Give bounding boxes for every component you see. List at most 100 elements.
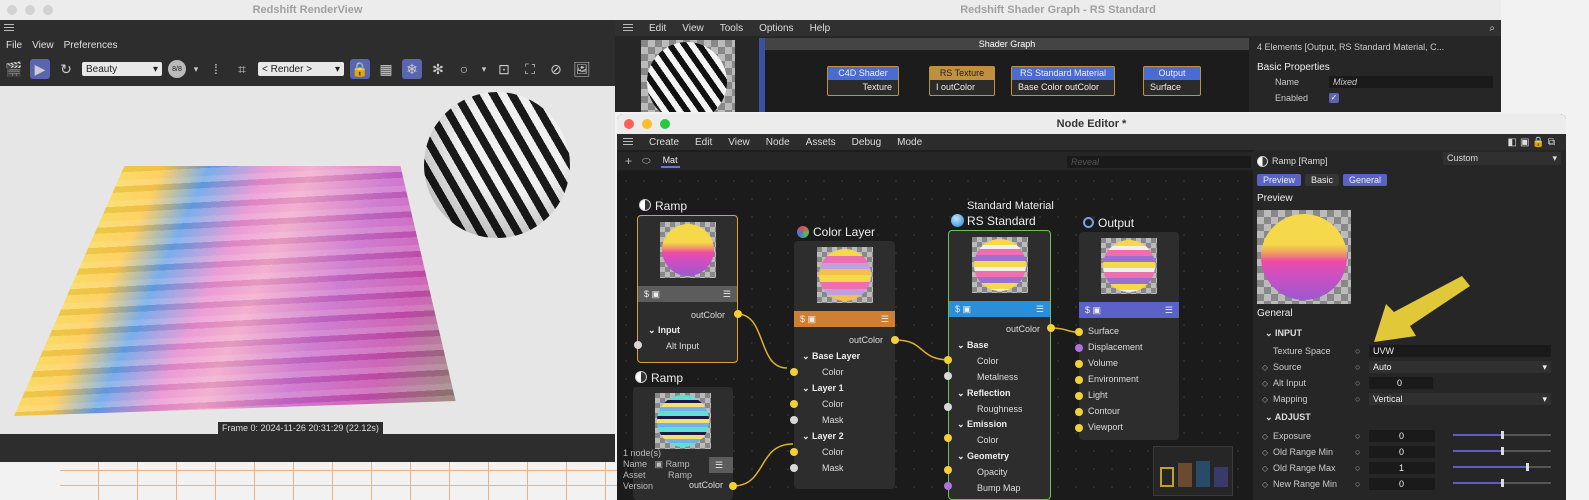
menu-lines-icon[interactable]: ☰ — [1036, 304, 1044, 315]
menu-edit[interactable]: Edit — [649, 23, 666, 34]
menu-node[interactable]: Node — [766, 137, 790, 148]
surface-port[interactable] — [1075, 328, 1083, 336]
port-ring-icon[interactable]: ○ — [1355, 431, 1369, 441]
ramp2-outcolor-port[interactable] — [729, 482, 737, 490]
close-window-button[interactable] — [7, 5, 17, 15]
old-range-min-field[interactable]: 0 — [1369, 446, 1435, 458]
dropdown-arrow-icon[interactable]: ▾ — [480, 59, 488, 79]
minimize-window-button[interactable] — [25, 5, 35, 15]
metalness-port[interactable] — [944, 372, 952, 380]
displacement-port[interactable] — [1075, 344, 1083, 352]
crop-icon[interactable]: ⌗ — [232, 59, 252, 79]
clapboard-icon[interactable]: 🎬 — [4, 59, 24, 79]
base-color-port[interactable] — [944, 356, 952, 364]
light-port[interactable] — [1075, 392, 1083, 400]
fit-icon[interactable]: ⛶ — [520, 59, 540, 79]
minimize-window-button[interactable] — [642, 119, 652, 129]
snowflake-icon[interactable]: ❄ — [402, 59, 422, 79]
new-range-min-field[interactable]: 0 — [1369, 478, 1435, 490]
render-target-select[interactable]: < Render > ▾ — [258, 62, 344, 76]
shader-graph-canvas[interactable]: Shader Graph C4D Shader Texture RS Textu… — [759, 38, 1249, 112]
port-ring-icon[interactable]: ○ — [1355, 447, 1369, 457]
keyframe-diamond-icon[interactable]: ◇ — [1257, 395, 1273, 404]
roughness-port[interactable] — [944, 403, 952, 411]
menu-lines-icon[interactable]: ☰ — [715, 460, 723, 471]
alt-input-field[interactable]: 0 — [1369, 377, 1433, 389]
rs-standard-outcolor-port[interactable] — [1047, 324, 1055, 332]
adjust-group-heading[interactable]: ⌄ ADJUST — [1265, 412, 1311, 423]
tab-preview[interactable]: Preview — [1257, 174, 1302, 186]
old-range-max-field[interactable]: 1 — [1369, 462, 1435, 474]
name-field[interactable]: Mixed — [1329, 75, 1493, 88]
menu-view[interactable]: View — [32, 40, 54, 54]
opacity-port[interactable] — [944, 466, 952, 474]
menu-lines-icon[interactable]: ☰ — [881, 314, 889, 325]
keyframe-diamond-icon[interactable]: ◇ — [1257, 448, 1273, 457]
color-layer-outcolor-port[interactable] — [891, 336, 899, 344]
node-graph-canvas[interactable]: Ramp $ ▣ ☰ outColor ⌄ Input Alt Input Ram… — [617, 172, 1253, 500]
emission-color-port[interactable] — [944, 434, 952, 442]
port-ring-icon[interactable]: ○ — [1355, 479, 1369, 489]
port-ring-icon[interactable]: ○ — [1355, 394, 1369, 404]
tag-icon[interactable]: ⬭ — [642, 156, 651, 167]
menu-assets[interactable]: Assets — [806, 137, 836, 148]
aov-select[interactable]: Beauty ▾ — [82, 62, 162, 76]
input-group-heading[interactable]: ⌄ INPUT — [1265, 328, 1302, 339]
close-window-button[interactable] — [624, 119, 634, 129]
menu-debug[interactable]: Debug — [852, 137, 881, 148]
dollar-icon[interactable]: $ ▣ — [1085, 305, 1101, 316]
layer1-mask-port[interactable] — [790, 416, 798, 424]
dropdown-arrow-icon[interactable]: ▾ — [192, 59, 200, 79]
menu-create[interactable]: Create — [649, 137, 679, 148]
exposure-field[interactable]: 0 — [1369, 430, 1435, 442]
exposure-slider[interactable] — [1453, 431, 1551, 439]
layout-icons[interactable]: ◧▣🔒⧉ — [1508, 137, 1559, 148]
zoom-window-button[interactable] — [43, 5, 53, 15]
menu-view[interactable]: View — [682, 23, 704, 34]
contour-port[interactable] — [1075, 408, 1083, 416]
menu-tools[interactable]: Tools — [720, 23, 743, 34]
enabled-checkbox[interactable]: ✓ — [1329, 92, 1339, 103]
dotted-grid-icon[interactable]: ⁞ — [206, 59, 226, 79]
menu-options[interactable]: Options — [759, 23, 793, 34]
reveal-search-input[interactable]: Reveal — [1067, 156, 1251, 168]
slider-knob[interactable] — [1501, 479, 1504, 487]
menu-help[interactable]: Help — [810, 23, 831, 34]
sg-node-c4d-shader[interactable]: C4D Shader Texture — [827, 66, 899, 96]
add-icon[interactable]: + — [625, 154, 632, 168]
menu-lines-icon[interactable]: ☰ — [1165, 305, 1173, 316]
keyframe-diamond-icon[interactable]: ◇ — [1257, 379, 1273, 388]
ramp-outcolor-port[interactable] — [734, 310, 742, 318]
color-layer-node[interactable]: $ ▣ ☰ outColor ⌄ Base Layer Color ⌄ Layer… — [794, 241, 895, 489]
menu-mode[interactable]: Mode — [897, 137, 922, 148]
ramp-altinput-port[interactable] — [634, 341, 642, 349]
tab-general[interactable]: General — [1343, 174, 1388, 186]
source-select[interactable]: Auto ▾ — [1369, 361, 1551, 373]
new-range-min-slider[interactable] — [1453, 479, 1551, 487]
sg-node-output[interactable]: Output Surface — [1143, 66, 1201, 96]
dollar-icon[interactable]: $ ▣ — [800, 314, 816, 325]
menu-edit[interactable]: Edit — [695, 137, 712, 148]
color-depth-icon[interactable]: 8/8 — [168, 60, 186, 78]
hamburger-menu-icon[interactable] — [4, 24, 14, 33]
slider-knob[interactable] — [1525, 463, 1529, 471]
picker-icon[interactable]: ⊘ — [546, 59, 566, 79]
bump-map-port[interactable] — [944, 482, 952, 490]
slider-knob[interactable] — [1501, 431, 1504, 439]
keyframe-diamond-icon[interactable]: ◇ — [1257, 432, 1273, 441]
mapping-select[interactable]: Vertical ▾ — [1369, 393, 1551, 405]
focus-icon[interactable]: ⊡ — [494, 59, 514, 79]
hamburger-menu-icon[interactable] — [623, 23, 633, 33]
sg-node-rs-texture[interactable]: RS Texture I outColor — [929, 66, 995, 96]
port-ring-icon[interactable]: ○ — [1355, 378, 1369, 388]
zoom-window-button[interactable] — [660, 119, 670, 129]
tab-mat[interactable]: Mat — [660, 155, 680, 168]
grid-icon[interactable]: ▦ — [376, 59, 396, 79]
output-node[interactable]: $ ▣ ☰ Surface Displacement Volume Environ… — [1079, 232, 1179, 440]
layer2-mask-port[interactable] — [790, 464, 798, 472]
tab-basic[interactable]: Basic — [1305, 174, 1340, 186]
lock-icon[interactable]: 🔒 — [350, 59, 370, 79]
graph-minimap[interactable] — [1153, 446, 1233, 496]
viewport-port[interactable] — [1075, 424, 1083, 432]
layer1-color-port[interactable] — [790, 400, 798, 408]
